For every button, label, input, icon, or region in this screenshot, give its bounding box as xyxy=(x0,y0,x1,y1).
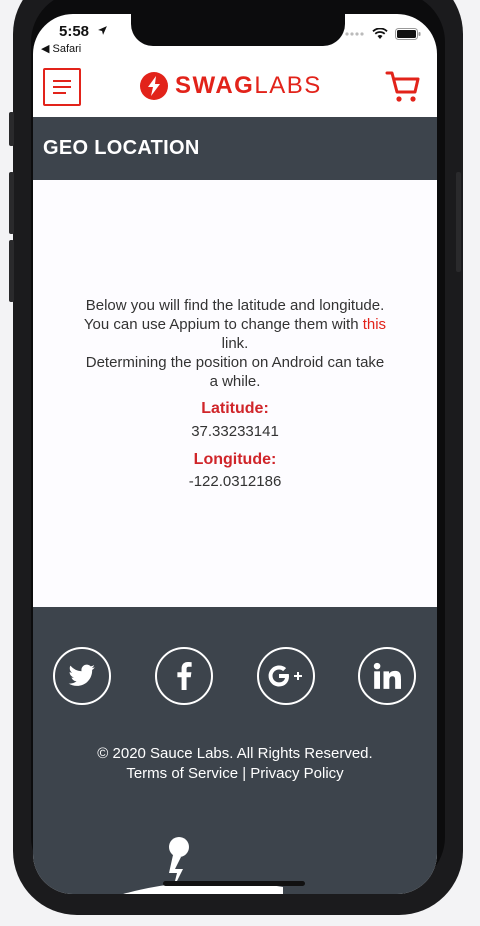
cart-icon[interactable] xyxy=(385,70,421,104)
desc-line: a while. xyxy=(209,373,261,390)
swag-labs-bolt-icon xyxy=(140,72,168,100)
notch xyxy=(131,14,345,46)
longitude-value: -122.0312186 xyxy=(188,473,282,490)
copyright-text: © 2020 Sauce Labs. All Rights Reserved. xyxy=(97,745,373,762)
footer-links: Terms of Service | Privacy Policy xyxy=(33,765,437,782)
page-title: GEO LOCATION xyxy=(43,137,200,159)
geo-description: Below you will find the latitude and lon… xyxy=(53,296,417,391)
facebook-button[interactable] xyxy=(155,647,213,705)
linkedin-icon xyxy=(373,662,401,689)
latitude-label: Latitude: xyxy=(201,400,269,417)
volume-up-button xyxy=(9,172,14,234)
status-time: 5:58 xyxy=(59,23,90,40)
desc-line: Determining the position on Android can … xyxy=(85,354,385,371)
logo-text-bold: SWAG xyxy=(175,72,255,99)
app-header: SWAGLABS xyxy=(33,66,437,118)
page-title-bar: GEO LOCATION xyxy=(33,117,437,180)
menu-icon-line xyxy=(53,86,71,88)
logo-text-light: LABS xyxy=(254,72,322,99)
linkedin-button[interactable] xyxy=(358,647,416,705)
status-icons xyxy=(345,28,421,40)
app-footer: © 2020 Sauce Labs. All Rights Reserved. … xyxy=(33,607,437,894)
power-button xyxy=(456,172,461,272)
twitter-icon xyxy=(68,664,95,686)
latitude-value: 37.33233141 xyxy=(191,423,279,440)
privacy-policy-link[interactable]: Privacy Policy xyxy=(250,765,343,782)
desc-line: You can use Appium to change them with t… xyxy=(53,315,417,334)
footer-link-separator: | xyxy=(242,765,247,782)
appium-link[interactable]: this xyxy=(363,316,386,333)
menu-icon xyxy=(53,80,71,82)
location-arrow-icon xyxy=(98,26,107,35)
google-plus-icon xyxy=(268,665,302,687)
signal-icon xyxy=(345,32,364,36)
twitter-button[interactable] xyxy=(53,647,111,705)
volume-down-button xyxy=(9,240,14,302)
back-to-safari-link[interactable]: ◀ Safari xyxy=(41,42,81,55)
wifi-icon xyxy=(372,28,388,39)
home-indicator xyxy=(163,881,305,886)
desc-text: You can use Appium to change them with xyxy=(83,316,363,333)
geo-location-content: Below you will find the latitude and lon… xyxy=(33,180,437,607)
phone-screen: 5:58 ◀ Safari SWAGLABS GEO LOCATION Belo… xyxy=(33,14,437,894)
swag-labs-logo: SWAGLABS xyxy=(139,71,322,101)
google-plus-button[interactable] xyxy=(257,647,315,705)
longitude-label: Longitude: xyxy=(193,451,277,468)
logo-text: SWAGLABS xyxy=(175,72,322,100)
mute-switch xyxy=(9,112,14,146)
menu-icon-line xyxy=(53,92,66,94)
battery-icon xyxy=(395,28,421,40)
menu-button[interactable] xyxy=(43,68,81,106)
desc-line: Below you will find the latitude and lon… xyxy=(85,297,385,314)
terms-of-service-link[interactable]: Terms of Service xyxy=(126,765,238,782)
facebook-icon xyxy=(177,662,192,690)
desc-line: link. xyxy=(221,335,249,352)
